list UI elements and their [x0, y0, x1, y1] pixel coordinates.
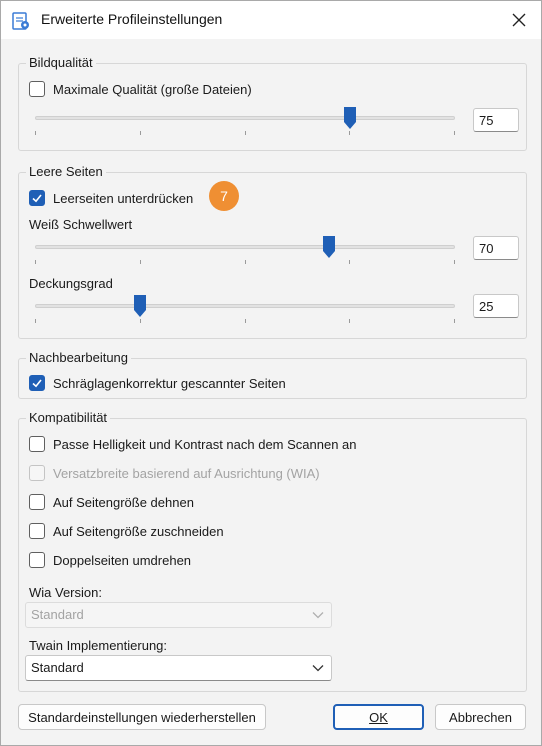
checkbox-box [29, 552, 45, 568]
slider-tick [454, 319, 455, 323]
twain-label: Twain Implementierung: [29, 638, 168, 653]
slider-tick [139, 319, 141, 323]
group-title: Kompatibilität [26, 410, 111, 426]
cancel-button[interactable]: Abbrechen [435, 704, 526, 730]
slider-tick [35, 131, 36, 135]
button-label: OK [369, 709, 388, 725]
max-quality-checkbox[interactable]: Maximale Qualität (große Dateien) [29, 79, 252, 99]
slider-thumb[interactable] [343, 106, 357, 130]
close-icon [512, 13, 526, 27]
stretch-to-page-checkbox[interactable]: Auf Seitengröße dehnen [29, 492, 194, 512]
chevron-down-icon [312, 665, 324, 672]
slider-tick [139, 260, 141, 264]
quality-input[interactable]: 75 [473, 108, 519, 132]
group-blank-pages: Leere Seiten Leerseiten unterdrücken 7 W… [18, 164, 527, 339]
checkbox-label: Schräglagenkorrektur gescannter Seiten [53, 375, 286, 391]
checkbox-label: Maximale Qualität (große Dateien) [53, 81, 252, 97]
slider-tick [454, 260, 455, 264]
suppress-blank-pages-checkbox[interactable]: Leerseiten unterdrücken [29, 188, 193, 208]
slider-tick [244, 319, 246, 323]
slider-track [35, 304, 455, 308]
group-title: Nachbearbeitung [26, 350, 132, 366]
select-value: Standard [31, 607, 84, 622]
slider-tick [454, 131, 455, 135]
threshold-slider[interactable] [35, 235, 455, 265]
twain-implementation-select[interactable]: Standard [25, 655, 332, 681]
slider-tick [35, 319, 36, 323]
checkbox-box [29, 465, 45, 481]
title-bar: Erweiterte Profileinstellungen [1, 1, 541, 39]
crop-to-page-checkbox[interactable]: Auf Seitengröße zuschneiden [29, 521, 224, 541]
checkbox-label: Leerseiten unterdrücken [53, 190, 194, 206]
slider-track [35, 245, 455, 249]
deskew-checkbox[interactable]: Schräglagenkorrektur gescannter Seiten [29, 373, 286, 393]
checkbox-box [29, 494, 45, 510]
brightness-contrast-checkbox[interactable]: Passe Helligkeit und Kontrast nach dem S… [29, 434, 357, 454]
checkmark-icon [32, 379, 42, 388]
slider-tick [349, 131, 351, 135]
slider-tick [349, 319, 351, 323]
app-icon [12, 12, 29, 30]
group-compatibility: Kompatibilität Passe Helligkeit und Kont… [18, 410, 527, 692]
window-title: Erweiterte Profileinstellungen [41, 11, 223, 27]
button-label: Standardeinstellungen wiederherstellen [28, 709, 256, 725]
offset-width-wia-checkbox[interactable]: Versatzbreite basierend auf Ausrichtung … [29, 463, 320, 483]
slider-thumb[interactable] [133, 294, 147, 318]
checkmark-icon [32, 194, 42, 203]
checkbox-box [29, 375, 45, 391]
step-badge: 7 [209, 181, 239, 211]
ok-button[interactable]: OK [333, 704, 424, 730]
checkbox-label: Auf Seitengröße zuschneiden [53, 523, 224, 539]
group-title: Leere Seiten [26, 164, 106, 180]
group-title: Bildqualität [26, 55, 96, 71]
coverage-input[interactable]: 25 [473, 294, 519, 318]
group-post-processing: Nachbearbeitung Schräglagenkorrektur ges… [18, 350, 527, 399]
checkbox-box [29, 190, 45, 206]
threshold-label: Weiß Schwellwert [29, 217, 133, 232]
threshold-input[interactable]: 70 [473, 236, 519, 260]
coverage-slider[interactable] [35, 294, 455, 324]
checkbox-label: Doppelseiten umdrehen [53, 552, 192, 568]
slider-tick [244, 260, 246, 264]
slider-tick [35, 260, 36, 264]
checkbox-box [29, 436, 45, 452]
button-label: Abbrechen [449, 709, 512, 725]
coverage-label: Deckungsgrad [29, 276, 113, 291]
group-image-quality: Bildqualität Maximale Qualität (große Da… [18, 55, 527, 151]
wia-version-select[interactable]: Standard [25, 602, 332, 628]
checkbox-label: Versatzbreite basierend auf Ausrichtung … [53, 465, 320, 481]
checkbox-label: Auf Seitengröße dehnen [53, 494, 194, 510]
chevron-down-icon [312, 612, 324, 619]
wia-version-label: Wia Version: [29, 585, 102, 600]
flip-duplex-checkbox[interactable]: Doppelseiten umdrehen [29, 550, 191, 570]
slider-thumb[interactable] [322, 235, 336, 259]
close-button[interactable] [497, 1, 541, 39]
slider-tick [139, 131, 141, 135]
checkbox-label: Passe Helligkeit und Kontrast nach dem S… [53, 436, 357, 452]
slider-track [35, 116, 455, 120]
checkbox-box [29, 81, 45, 97]
quality-slider[interactable] [35, 106, 455, 136]
slider-tick [349, 260, 351, 264]
profile-settings-dialog: Erweiterte Profileinstellungen Bildquali… [0, 0, 542, 746]
restore-defaults-button[interactable]: Standardeinstellungen wiederherstellen [18, 704, 266, 730]
checkbox-box [29, 523, 45, 539]
select-value: Standard [31, 660, 84, 675]
slider-tick [244, 131, 246, 135]
